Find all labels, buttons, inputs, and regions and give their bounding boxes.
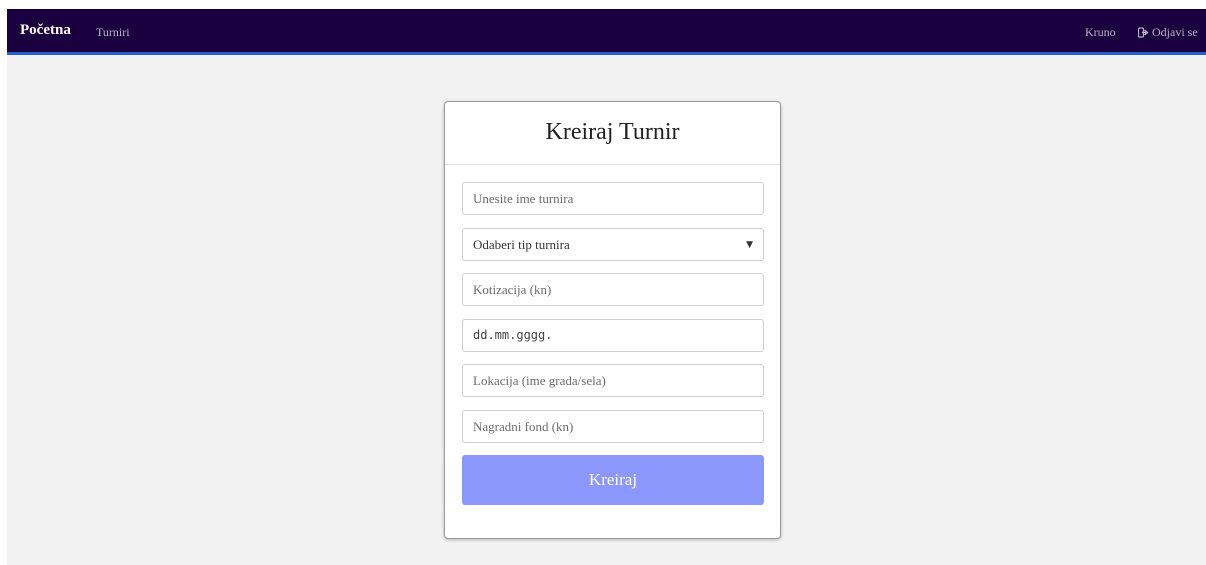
tournament-name-input[interactable] [462, 182, 764, 215]
top-navbar: Početna Turniri Kruno Odjavi se [7, 9, 1206, 55]
logout-icon [1137, 27, 1149, 38]
prize-fund-input[interactable] [462, 410, 764, 443]
date-input-value: dd.mm.gggg. [473, 328, 553, 342]
caret-down-icon: ▼ [746, 239, 753, 250]
tournament-type-select[interactable]: Odaberi tip turnira ▼ [462, 228, 764, 261]
date-input[interactable]: dd.mm.gggg. [462, 319, 764, 352]
page-background: Početna Turniri Kruno Odjavi se Kreiraj … [7, 9, 1206, 565]
create-tournament-card: Kreiraj Turnir Odaberi tip turnira ▼ dd.… [444, 101, 781, 539]
card-header: Kreiraj Turnir [445, 102, 780, 165]
nav-user-name[interactable]: Kruno [1085, 25, 1116, 40]
location-input[interactable] [462, 364, 764, 397]
nav-link-tournaments[interactable]: Turniri [96, 25, 130, 40]
brand-home-link[interactable]: Početna [20, 22, 71, 39]
tournament-type-selected: Odaberi tip turnira [473, 236, 570, 252]
entry-fee-input[interactable] [462, 273, 764, 306]
create-button[interactable]: Kreiraj [462, 455, 764, 505]
form-title: Kreiraj Turnir [545, 119, 680, 145]
logout-link[interactable]: Odjavi se [1137, 25, 1198, 40]
logout-label: Odjavi se [1152, 25, 1198, 39]
